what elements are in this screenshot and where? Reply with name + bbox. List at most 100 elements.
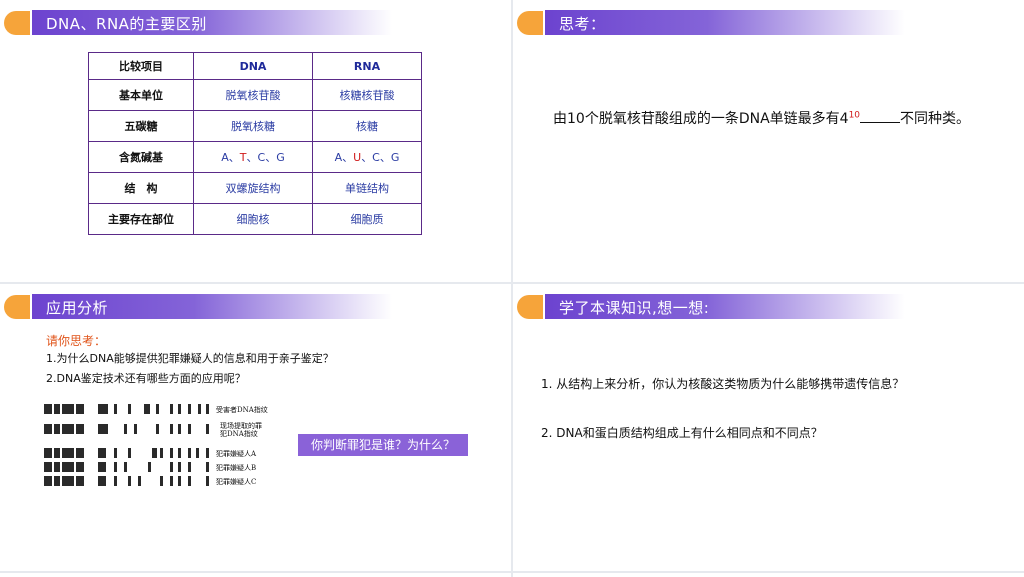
fingerprint-label: 犯罪嫌疑人C: [216, 478, 257, 486]
table-row: 含氮碱基 A、T、C、G A、U、C、G: [88, 141, 422, 173]
dna-band: [54, 404, 60, 414]
dna-band: [98, 462, 106, 472]
dna-band: [128, 476, 131, 486]
exponent: 10: [848, 110, 861, 121]
dna-band: [62, 448, 74, 458]
rna-cell: 核糖: [312, 110, 422, 142]
dna-band: [54, 448, 60, 458]
row-label: 五碳糖: [88, 110, 194, 142]
dna-band: [206, 462, 209, 472]
dna-band: [134, 424, 137, 434]
dna-band: [128, 448, 131, 458]
reflection-question-2: 2. DNA和蛋白质结构组成上有什么相同点和不同点？: [541, 426, 823, 440]
comparison-table: 比较项目 DNA RNA 基本单位 脱氧核苷酸 核糖核苷酸 五碳糖 脱氧核糖 核…: [88, 52, 422, 235]
dna-band: [44, 462, 52, 472]
dna-cell: 脱氧核苷酸: [193, 79, 313, 111]
dna-band: [138, 476, 141, 486]
slide-title-bar: 应用分析: [4, 294, 394, 319]
slide-title-bar: 思考：: [517, 10, 907, 35]
fingerprint-label: 犯DNA指纹: [220, 430, 258, 438]
base-text: A、: [334, 151, 354, 164]
dna-band: [114, 404, 117, 414]
dna-band: [170, 404, 173, 414]
dna-band: [62, 404, 74, 414]
dna-band: [144, 404, 150, 414]
slide-title-bar: DNA、RNA的主要区别: [4, 10, 394, 35]
slide-title: 学了本课知识,想一想:: [559, 299, 710, 317]
dna-cell: 细胞核: [193, 203, 313, 235]
base-highlight: U: [353, 151, 362, 164]
dna-band: [188, 404, 191, 414]
dna-band: [188, 424, 191, 434]
base-highlight: T: [239, 151, 247, 164]
dna-band: [98, 476, 106, 486]
judge-prompt-box: 你判断罪犯是谁？为什么？: [298, 434, 468, 456]
table-header-cell: RNA: [312, 52, 422, 80]
fingerprint-label: 现场提取的罪: [220, 422, 262, 430]
table-row: 主要存在部位 细胞核 细胞质: [88, 203, 422, 235]
rna-cell: 核糖核苷酸: [312, 79, 422, 111]
dna-band: [178, 424, 181, 434]
dna-band: [178, 462, 181, 472]
dna-band: [156, 424, 159, 434]
dna-band: [206, 424, 209, 434]
question-pre: 由10个脱氧核苷酸组成的一条DNA单链最多有4: [553, 111, 849, 127]
rna-cell: 细胞质: [312, 203, 422, 235]
dna-band: [124, 462, 127, 472]
slide-think[interactable]: 思考： 由10个脱氧核苷酸组成的一条DNA单链最多有410 不同种类。: [513, 0, 1024, 282]
slide-dna-rna-comparison[interactable]: DNA、RNA的主要区别 比较项目 DNA RNA 基本单位 脱氧核苷酸 核糖核…: [0, 0, 511, 282]
dna-band: [206, 404, 209, 414]
dna-band: [54, 424, 60, 434]
dna-band: [62, 424, 74, 434]
dna-band: [170, 448, 173, 458]
dna-band: [44, 404, 52, 414]
table-header-row: 比较项目 DNA RNA: [88, 52, 422, 80]
table-header-cell: DNA: [193, 52, 313, 80]
slide-title: DNA、RNA的主要区别: [46, 15, 207, 33]
slide-application[interactable]: 应用分析 请你思考： 1.为什么DNA能够提供犯罪嫌疑人的信息和用于亲子鉴定？ …: [0, 284, 511, 571]
row-label: 主要存在部位: [88, 203, 194, 235]
dna-band: [62, 476, 74, 486]
title-accent-pill: [517, 295, 543, 319]
fingerprint-label: 受害者DNA指纹: [216, 406, 268, 414]
dna-band: [170, 424, 173, 434]
dna-band: [160, 476, 163, 486]
question-post: 不同种类。: [900, 111, 971, 127]
dna-band: [156, 404, 159, 414]
dna-band: [178, 404, 181, 414]
question-2: 2.DNA鉴定技术还有哪些方面的应用呢？: [46, 372, 246, 385]
dna-cell: 双螺旋结构: [193, 172, 313, 204]
dna-band: [152, 448, 157, 458]
dna-band: [188, 476, 191, 486]
dna-band: [196, 448, 199, 458]
slide-reflection[interactable]: 学了本课知识,想一想: 1. 从结构上来分析，你认为核酸这类物质为什么能够携带遗…: [513, 284, 1024, 571]
row-label: 结 构: [88, 172, 194, 204]
title-accent-pill: [4, 11, 30, 35]
base-text: 、C、G: [246, 151, 285, 164]
slide-title: 思考：: [559, 15, 606, 33]
dna-band: [114, 448, 117, 458]
dna-fingerprint-figure: 受害者DNA指纹 现场提取的罪 犯DNA指纹 犯罪嫌疑人A 犯罪嫌疑人B 犯罪嫌…: [44, 402, 284, 492]
answer-blank: [860, 110, 901, 123]
slide-thumbnail-partial[interactable]: [0, 573, 511, 577]
slide-title-bar: 学了本课知识,想一想:: [517, 294, 907, 319]
table-header-cell: 比较项目: [88, 52, 194, 80]
dna-band: [170, 476, 173, 486]
fingerprint-label: 犯罪嫌疑人A: [216, 450, 257, 458]
dna-band: [54, 476, 60, 486]
dna-band: [128, 404, 131, 414]
dna-band: [98, 448, 106, 458]
title-accent-pill: [4, 295, 30, 319]
dna-band: [124, 424, 127, 434]
dna-band: [44, 424, 52, 434]
dna-band: [76, 448, 84, 458]
dna-band: [188, 448, 191, 458]
slide-title: 应用分析: [46, 299, 109, 317]
dna-band: [178, 476, 181, 486]
dna-band: [114, 462, 117, 472]
table-row: 五碳糖 脱氧核糖 核糖: [88, 110, 422, 142]
slide-thumbnail-partial[interactable]: [513, 573, 1024, 577]
dna-band: [98, 404, 108, 414]
dna-cell: 脱氧核糖: [193, 110, 313, 142]
dna-band: [178, 448, 181, 458]
